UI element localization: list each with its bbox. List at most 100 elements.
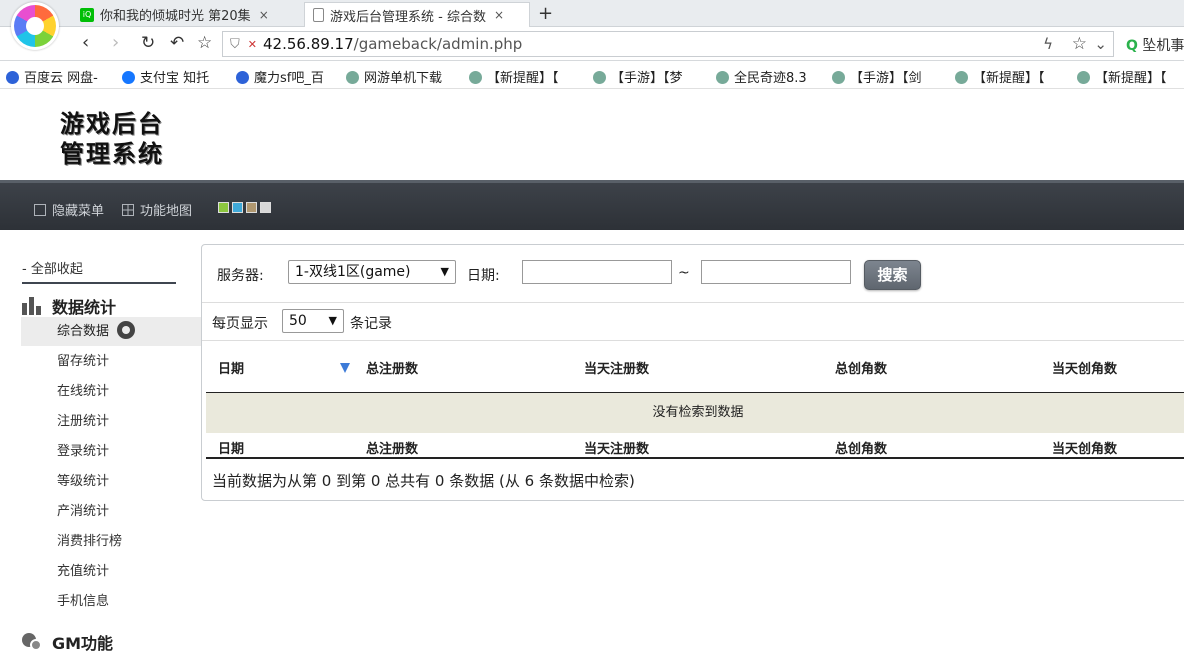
sidebar-item-recharge[interactable]: 充值统计 <box>21 557 201 586</box>
bookmark-item[interactable]: 魔力sf吧_百 <box>236 67 324 86</box>
sidebar-item-production[interactable]: 产消统计 <box>21 497 201 526</box>
bookmark-item[interactable]: 【新提醒】【 <box>955 67 1045 86</box>
browser-logo-icon[interactable] <box>11 2 59 50</box>
bar-chart-icon <box>22 297 42 315</box>
divider <box>22 282 176 284</box>
grid-icon <box>122 203 134 216</box>
url-input[interactable]: ⛉ ✕ 42.56.89.17/gameback/admin.php ϟ ☆ ⌄ <box>222 31 1114 57</box>
footer-column-total-registrations: 总注册数 <box>366 442 419 457</box>
sidebar-item-online[interactable]: 在线统计 <box>21 377 201 406</box>
sidebar-item-spending-rank[interactable]: 消费排行榜 <box>21 527 201 556</box>
gm-icon <box>22 633 42 651</box>
footer-column-daily-registrations: 当天注册数 <box>584 442 650 457</box>
bookmarks-bar: 百度云 网盘- 支付宝 知托 魔力sf吧_百 网游单机下载 【新提醒】【 【手游… <box>0 61 1184 89</box>
sidebar-item-label: 留存统计 <box>57 354 110 369</box>
sidebar-item-label: 等级统计 <box>57 474 110 489</box>
chevron-down-icon[interactable]: ⌄ <box>1094 35 1107 53</box>
page-icon <box>313 8 324 22</box>
forward-icon[interactable]: › <box>112 33 119 53</box>
bookmark-item[interactable]: 【手游】【梦 <box>593 67 683 86</box>
tab-title: 你和我的倾城时光 第20集 <box>100 9 251 24</box>
top-nav: 隐藏菜单 功能地图 <box>0 180 1184 230</box>
sidebar-item-retention[interactable]: 留存统计 <box>21 347 201 376</box>
close-tab-icon[interactable]: × <box>494 8 504 22</box>
date-end-input[interactable] <box>701 260 851 284</box>
table-info: 当前数据为从第 0 到第 0 总共有 0 条数据 (从 6 条数据中检索) <box>212 472 635 490</box>
group-gm[interactable]: GM功能 <box>22 630 113 654</box>
tab-video[interactable]: iQ 你和我的倾城时光 第20集 × <box>72 2 304 27</box>
url-path: /gameback/admin.php <box>353 35 523 53</box>
sidebar-item-label: 综合数据 <box>57 324 110 339</box>
bookmark-item[interactable]: 支付宝 知托 <box>122 67 209 86</box>
sidebar-item-label: 注册统计 <box>57 414 110 429</box>
back-icon[interactable]: ‹ <box>82 33 89 53</box>
bookmark-item[interactable]: 全民奇迹8.3 <box>716 67 807 86</box>
sidebar-item-level[interactable]: 等级统计 <box>21 467 201 496</box>
column-total-registrations[interactable]: 总注册数 <box>366 358 418 377</box>
collapse-all-link[interactable]: - 全部收起 <box>22 258 83 277</box>
sidebar-item-register[interactable]: 注册统计 <box>21 407 201 436</box>
search-hint-text: 坠机事 <box>1142 38 1184 54</box>
globe-icon <box>346 71 359 84</box>
sidebar-item-phone-info[interactable]: 手机信息 <box>21 587 201 616</box>
favorite-star-icon[interactable]: ☆ <box>1072 34 1087 54</box>
site-header: 游戏后台 管理系统 <box>0 89 1184 180</box>
cloud-icon <box>6 71 19 84</box>
sidebar-item-overview[interactable]: 综合数据 <box>21 317 201 346</box>
bookmark-item[interactable]: 【手游】【剑 <box>832 67 922 86</box>
bookmark-item[interactable]: 【新提醒】【 <box>1077 67 1167 86</box>
chevron-down-icon: ▼ <box>328 314 337 327</box>
site-logo: 游戏后台 管理系统 <box>60 109 164 169</box>
address-bar: ‹ › ↻ ↶ ☆ ⛉ ✕ 42.56.89.17/gameback/admin… <box>0 27 1184 61</box>
tab-title: 游戏后台管理系统 - 综合数 <box>330 9 486 25</box>
search-hint[interactable]: Q 坠机事 <box>1126 35 1184 55</box>
main-panel: 服务器: 1-双线1区(game) ▼ 日期: ~ 搜索 每页显示 50 ▼ 条… <box>201 244 1184 501</box>
hide-menu-label: 隐藏菜单 <box>52 204 105 219</box>
footer-column-date: 日期 <box>218 442 245 457</box>
sidebar-item-label: 手机信息 <box>57 594 110 609</box>
sidebar-item-label: 在线统计 <box>57 384 110 399</box>
page-length-select[interactable]: 50 ▼ <box>282 309 344 333</box>
search-button[interactable]: 搜索 <box>864 260 921 290</box>
undo-icon[interactable]: ↶ <box>170 33 184 53</box>
sidebar-item-login[interactable]: 登录统计 <box>21 437 201 466</box>
date-start-input[interactable] <box>522 260 672 284</box>
column-daily-registrations[interactable]: 当天注册数 <box>584 358 649 377</box>
bookmark-item[interactable]: 网游单机下载 <box>346 67 442 86</box>
skin-brown-swatch[interactable] <box>246 202 257 213</box>
bookmark-star-icon[interactable]: ☆ <box>197 33 212 53</box>
logo-line-2: 管理系统 <box>60 139 164 168</box>
feature-map-label: 功能地图 <box>140 204 193 219</box>
close-tab-icon[interactable]: × <box>259 8 269 22</box>
bookmark-item[interactable]: 【新提醒】【 <box>469 67 559 86</box>
footer-column-daily-characters: 当天创角数 <box>1052 442 1118 457</box>
globe-icon <box>593 71 606 84</box>
table-header: 日期 总注册数 当天注册数 总创角数 当天创角数 <box>206 343 1184 393</box>
server-select[interactable]: 1-双线1区(game) ▼ <box>288 260 456 284</box>
hide-menu-button[interactable]: 隐藏菜单 <box>34 200 104 219</box>
empty-table-message: 没有检索到数据 <box>206 393 1184 433</box>
new-tab-button[interactable]: + <box>538 3 553 24</box>
group-data-stats[interactable]: 数据统计 <box>22 294 116 318</box>
date-label: 日期: <box>467 268 500 284</box>
sidebar-item-label: 充值统计 <box>57 564 110 579</box>
globe-icon <box>469 71 482 84</box>
column-daily-characters[interactable]: 当天创角数 <box>1052 358 1117 377</box>
bookmark-item[interactable]: 百度云 网盘- <box>6 67 98 86</box>
column-total-characters[interactable]: 总创角数 <box>835 358 887 377</box>
insecure-lock-icon: ✕ <box>247 37 257 51</box>
skin-gray-swatch[interactable] <box>260 202 271 213</box>
skin-green-swatch[interactable] <box>218 202 229 213</box>
skin-blue-swatch[interactable] <box>232 202 243 213</box>
footer-column-total-characters: 总创角数 <box>835 442 888 457</box>
sidebar-item-label: 产消统计 <box>57 504 110 519</box>
bolt-icon[interactable]: ϟ <box>1043 35 1053 53</box>
sort-desc-icon[interactable] <box>340 363 350 373</box>
url-host: 42.56.89.17 <box>262 35 354 53</box>
feature-map-button[interactable]: 功能地图 <box>122 200 192 219</box>
reload-icon[interactable]: ↻ <box>141 33 155 53</box>
shield-icon: ⛉ <box>230 36 240 52</box>
tab-admin[interactable]: 游戏后台管理系统 - 综合数 × <box>304 2 530 27</box>
page-length-suffix: 条记录 <box>350 316 392 332</box>
column-date[interactable]: 日期 <box>218 358 244 377</box>
